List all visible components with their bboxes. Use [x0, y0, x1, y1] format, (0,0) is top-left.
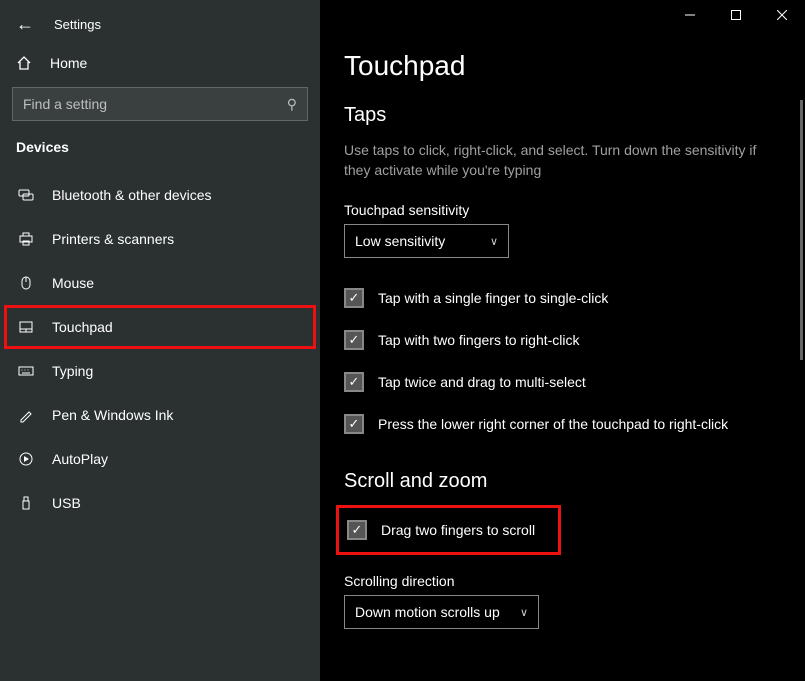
sidebar-item-label: USB: [52, 495, 81, 511]
home-label: Home: [50, 55, 87, 71]
chevron-down-icon: ∨: [490, 235, 498, 248]
pen-icon: [18, 407, 36, 423]
touchpad-icon: [18, 319, 36, 335]
direction-dropdown[interactable]: Down motion scrolls up ∨: [344, 595, 539, 629]
sidebar-item-printers[interactable]: Printers & scanners: [4, 217, 316, 261]
checkbox-icon[interactable]: ✓: [344, 288, 364, 308]
checkbox-icon[interactable]: ✓: [347, 520, 367, 540]
sidebar: ← Settings Home ⚲ Devices Bluetooth & ot…: [0, 0, 320, 681]
printer-icon: [18, 231, 36, 247]
check-tap-two[interactable]: ✓ Tap with two fingers to right-click: [344, 330, 781, 350]
sidebar-item-label: Mouse: [52, 275, 94, 291]
checkbox-icon[interactable]: ✓: [344, 372, 364, 392]
sidebar-item-label: Pen & Windows Ink: [52, 407, 173, 423]
search-icon: ⚲: [287, 96, 297, 113]
home-link[interactable]: Home: [0, 45, 320, 81]
nav-list: Bluetooth & other devices Printers & sca…: [0, 167, 320, 525]
check-tap-drag[interactable]: ✓ Tap twice and drag to multi-select: [344, 372, 781, 392]
check-tap-single[interactable]: ✓ Tap with a single finger to single-cli…: [344, 288, 781, 308]
sensitivity-value: Low sensitivity: [355, 233, 445, 249]
check-label: Tap twice and drag to multi-select: [378, 374, 586, 390]
sidebar-item-touchpad[interactable]: Touchpad: [4, 305, 316, 349]
search-input[interactable]: [23, 96, 270, 112]
sensitivity-dropdown[interactable]: Low sensitivity ∨: [344, 224, 509, 258]
sidebar-item-pen[interactable]: Pen & Windows Ink: [4, 393, 316, 437]
highlight-box: ✓ Drag two fingers to scroll: [336, 505, 561, 555]
sidebar-item-typing[interactable]: Typing: [4, 349, 316, 393]
check-label: Drag two fingers to scroll: [381, 522, 535, 538]
sidebar-item-mouse[interactable]: Mouse: [4, 261, 316, 305]
taps-description: Use taps to click, right-click, and sele…: [344, 141, 774, 180]
checkbox-icon[interactable]: ✓: [344, 330, 364, 350]
sidebar-item-autoplay[interactable]: AutoPlay: [4, 437, 316, 481]
check-label: Tap with two fingers to right-click: [378, 332, 580, 348]
close-button[interactable]: [759, 0, 805, 30]
maximize-button[interactable]: [713, 0, 759, 30]
chevron-down-icon: ∨: [520, 606, 528, 619]
bluetooth-icon: [18, 187, 36, 203]
home-icon: [16, 55, 34, 71]
sidebar-item-label: AutoPlay: [52, 451, 108, 467]
autoplay-icon: [18, 451, 36, 467]
sidebar-item-label: Typing: [52, 363, 93, 379]
back-icon[interactable]: ←: [16, 14, 34, 35]
mouse-icon: [18, 275, 36, 291]
scroll-heading: Scroll and zoom: [344, 470, 781, 493]
sidebar-item-label: Printers & scanners: [52, 231, 174, 247]
keyboard-icon: [18, 363, 36, 379]
app-title: Settings: [54, 17, 101, 32]
sidebar-item-bluetooth[interactable]: Bluetooth & other devices: [4, 173, 316, 217]
taps-heading: Taps: [344, 104, 781, 127]
search-input-wrap[interactable]: ⚲: [12, 87, 308, 121]
direction-value: Down motion scrolls up: [355, 604, 500, 620]
minimize-button[interactable]: [667, 0, 713, 30]
check-label: Press the lower right corner of the touc…: [378, 416, 728, 432]
check-corner-click[interactable]: ✓ Press the lower right corner of the to…: [344, 414, 781, 434]
checkbox-icon[interactable]: ✓: [344, 414, 364, 434]
window-controls: [667, 0, 805, 30]
check-drag-scroll[interactable]: ✓ Drag two fingers to scroll: [347, 520, 535, 540]
scrollbar[interactable]: [800, 100, 803, 360]
sensitivity-label: Touchpad sensitivity: [344, 202, 781, 218]
section-label: Devices: [0, 139, 320, 167]
sidebar-item-label: Touchpad: [52, 319, 113, 335]
direction-label: Scrolling direction: [344, 573, 781, 589]
main-content: Touchpad Taps Use taps to click, right-c…: [320, 0, 805, 681]
sidebar-item-usb[interactable]: USB: [4, 481, 316, 525]
sidebar-item-label: Bluetooth & other devices: [52, 187, 212, 203]
usb-icon: [18, 495, 36, 511]
check-label: Tap with a single finger to single-click: [378, 290, 608, 306]
